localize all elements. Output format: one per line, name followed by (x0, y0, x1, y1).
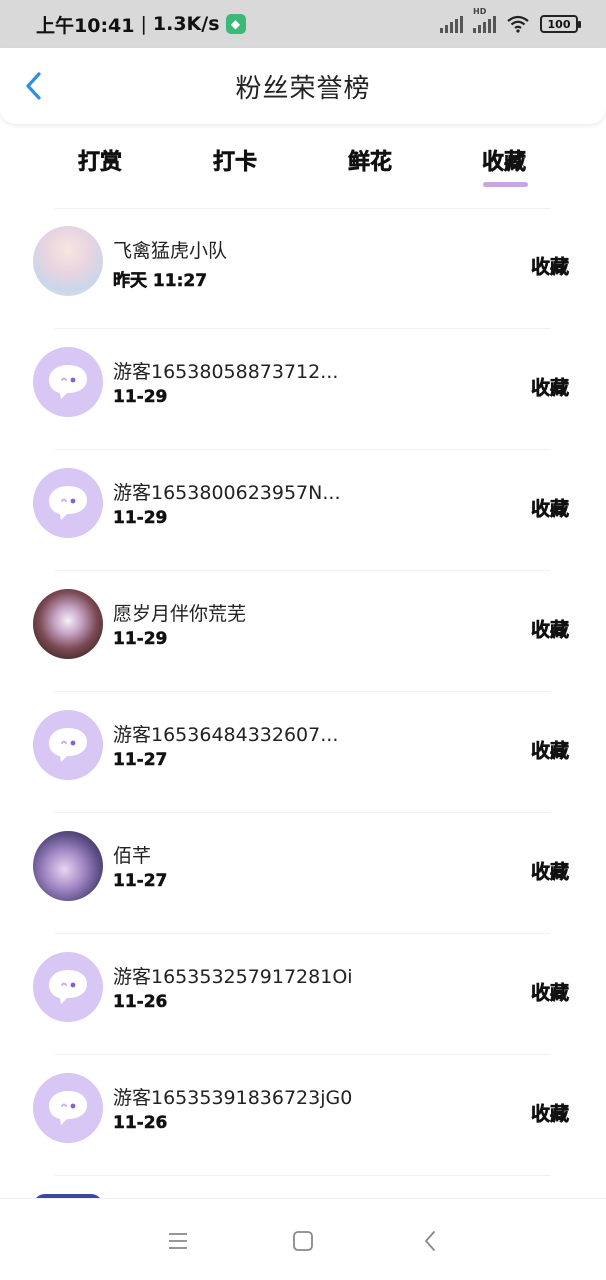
hd-signal-icon: HD (473, 7, 496, 33)
item-time: 11-29 (113, 508, 168, 529)
item-time: 11-26 (113, 992, 168, 1013)
chat-bubble-icon (49, 365, 87, 399)
menu-icon (169, 1233, 187, 1249)
status-network-speed: 1.3K/s (152, 13, 220, 35)
active-tab-indicator (483, 182, 528, 187)
list-item[interactable]: 游客1653800623957N... 11-29 收藏 (0, 450, 606, 571)
home-button[interactable] (289, 1227, 317, 1255)
status-bar: 上午10:41 | 1.3K/s ◆ HD 100 (0, 0, 606, 48)
action-label: 收藏 (531, 498, 570, 521)
page-title: 粉丝荣誉榜 (235, 73, 371, 104)
chat-bubble-icon (49, 1091, 87, 1125)
avatar (33, 347, 103, 417)
item-time: 11-26 (113, 1113, 168, 1134)
action-label: 收藏 (531, 256, 570, 279)
avatar (33, 226, 103, 296)
user-name: 游客16535391836723jG0 (113, 1087, 353, 1109)
user-name: 游客165353257917281Oi (113, 966, 353, 988)
chat-bubble-icon (49, 970, 87, 1004)
signal-icon (440, 15, 463, 33)
list-item[interactable]: 飞禽猛虎小队 昨天 11:27 收藏 (0, 208, 606, 329)
avatar (33, 952, 103, 1022)
divider (55, 1175, 550, 1176)
list-item[interactable]: 游客16536484332607... 11-27 收藏 (0, 692, 606, 813)
action-label: 收藏 (531, 377, 570, 400)
avatar (33, 831, 103, 901)
list-item[interactable]: 游客165353257917281Oi 11-26 收藏 (0, 934, 606, 1055)
action-label: 收藏 (531, 619, 570, 642)
tab-favorites[interactable]: 收藏 (482, 144, 527, 176)
tab-bar: 打赏 打卡 鲜花 收藏 (0, 136, 606, 196)
status-separator: | (140, 13, 147, 35)
user-name: 愿岁月伴你荒芜 (113, 603, 247, 625)
user-name: 游客16538058873712... (113, 361, 339, 383)
tab-reward[interactable]: 打赏 (78, 144, 123, 176)
user-name: 飞禽猛虎小队 (113, 240, 228, 262)
back-arrow-icon (26, 72, 41, 100)
chevron-left-icon (425, 1231, 435, 1251)
user-name: 佰芊 (113, 845, 152, 867)
user-name: 游客16536484332607... (113, 724, 339, 746)
list-item[interactable]: 游客16538058873712... 11-29 收藏 (0, 329, 606, 450)
battery-icon: 100 (540, 15, 581, 33)
item-time: 11-29 (113, 629, 168, 650)
wifi-icon (507, 15, 529, 33)
action-label: 收藏 (531, 982, 570, 1005)
system-back-button[interactable] (416, 1227, 444, 1255)
action-label: 收藏 (531, 861, 570, 884)
list-item[interactable]: 佰芊 11-27 收藏 (0, 813, 606, 934)
system-nav-bar (0, 1198, 606, 1280)
chat-bubble-icon (49, 486, 87, 520)
chat-bubble-icon (49, 728, 87, 762)
status-time: 上午10:41 (36, 14, 135, 37)
list-item[interactable]: 游客16535391836723jG0 11-26 收藏 (0, 1055, 606, 1176)
action-label: 收藏 (531, 740, 570, 763)
app-notification-icon: ◆ (225, 14, 246, 34)
status-right: HD 100 (440, 7, 581, 33)
item-time: 昨天 11:27 (113, 271, 208, 292)
battery-level: 100 (547, 17, 571, 31)
tab-flowers[interactable]: 鲜花 (348, 144, 393, 176)
tab-checkin[interactable]: 打卡 (213, 144, 258, 176)
avatar (33, 710, 103, 780)
user-name: 游客1653800623957N... (113, 482, 341, 504)
item-time: 11-27 (113, 750, 168, 771)
recent-apps-button[interactable] (164, 1227, 192, 1255)
avatar (33, 468, 103, 538)
avatar (33, 589, 103, 659)
hd-label: HD (473, 7, 487, 16)
action-label: 收藏 (531, 1103, 570, 1126)
back-button[interactable] (18, 70, 50, 102)
list-item[interactable]: 愿岁月伴你荒芜 11-29 收藏 (0, 571, 606, 692)
item-time: 11-27 (113, 871, 168, 892)
header: 粉丝荣誉榜 (0, 48, 606, 124)
status-left: 上午10:41 | 1.3K/s ◆ (36, 11, 246, 38)
avatar (33, 1073, 103, 1143)
item-time: 11-29 (113, 387, 168, 408)
square-icon (293, 1231, 313, 1251)
